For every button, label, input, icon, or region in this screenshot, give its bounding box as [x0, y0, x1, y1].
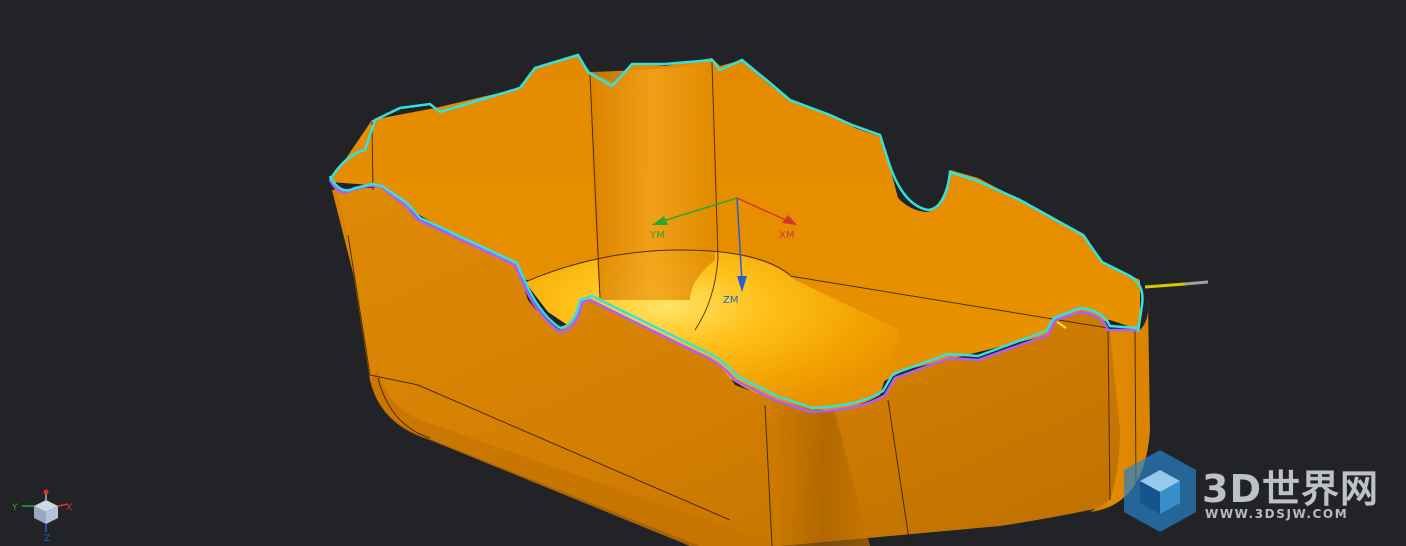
triad-x-label: X — [66, 503, 72, 513]
cube-logo-icon — [1124, 450, 1196, 532]
3d-viewport[interactable]: XM YM ZM Y X Z 3D世界网 WWW.3DSJW.COM — [0, 0, 1406, 546]
triad-y-label: Y — [11, 503, 18, 513]
watermark-title: 3D世界网 — [1202, 467, 1379, 511]
triad-cube-icon — [34, 500, 58, 524]
watermark: 3D世界网 WWW.3DSJW.COM — [1122, 448, 1392, 538]
triad-z-label: Z — [44, 534, 50, 542]
x-axis-label: XM — [779, 230, 794, 241]
view-triad[interactable]: Y X Z — [8, 486, 80, 542]
tool-probe-line — [1144, 280, 1209, 289]
inner-corner-fillet — [590, 60, 715, 300]
z-axis-label: ZM — [723, 295, 738, 306]
y-axis-label: YM — [649, 230, 665, 241]
watermark-url: WWW.3DSJW.COM — [1205, 507, 1349, 521]
